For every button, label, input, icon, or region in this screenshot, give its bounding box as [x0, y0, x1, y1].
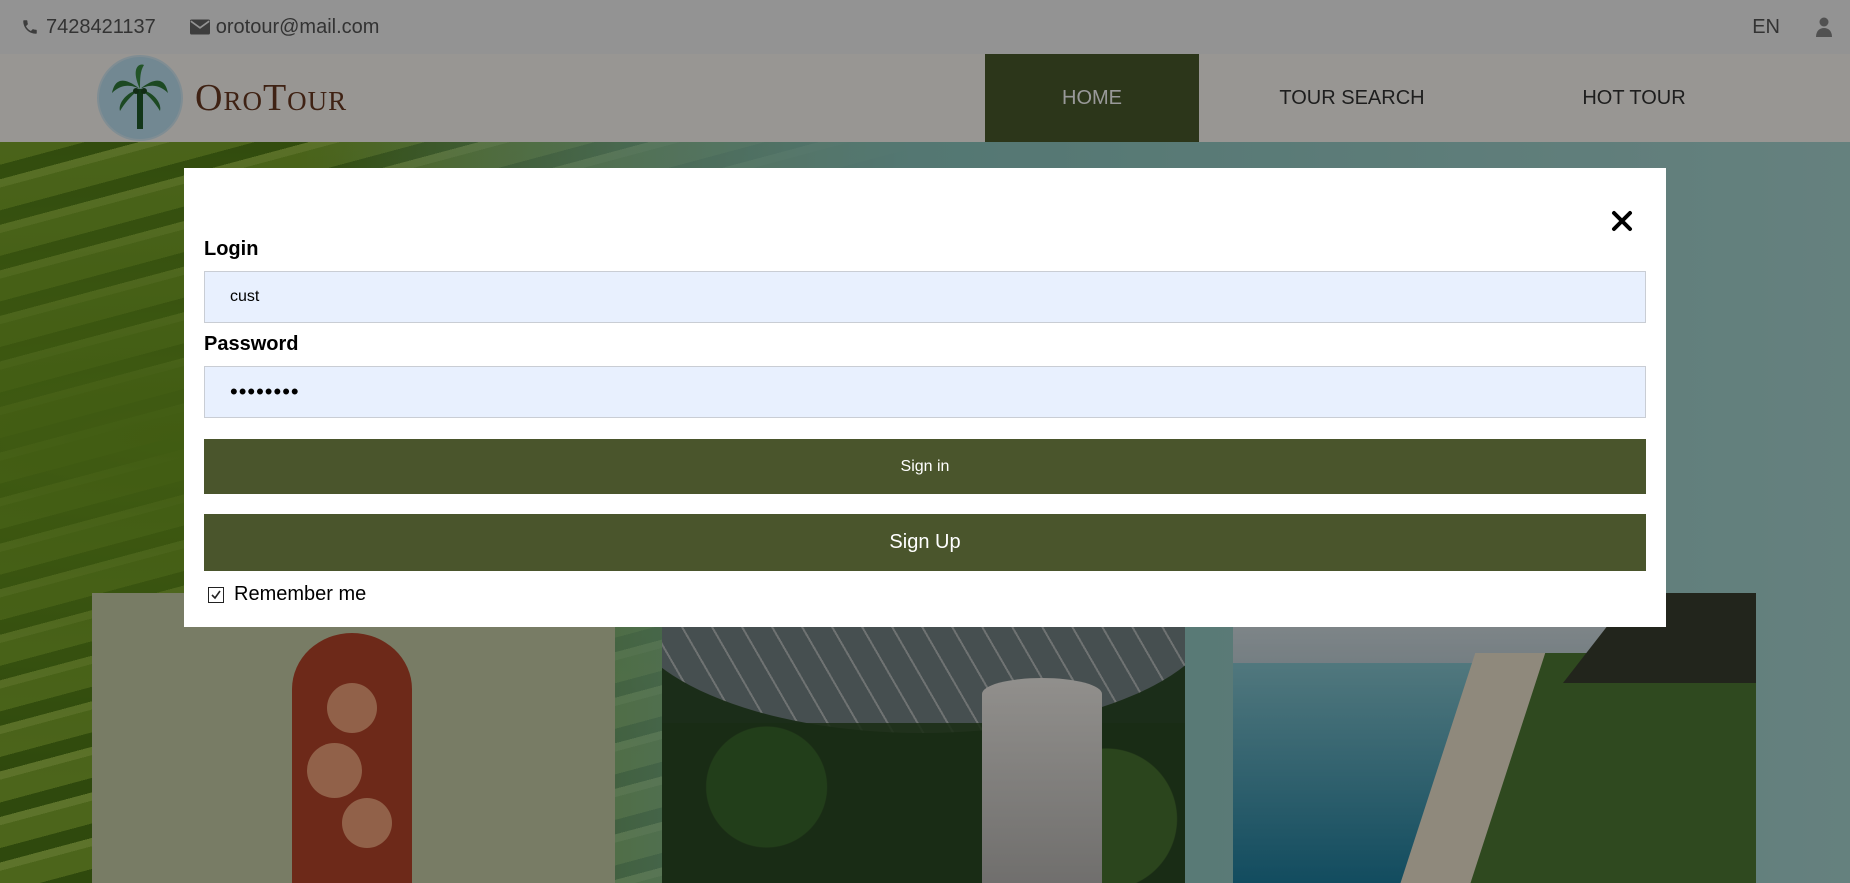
sign-up-button[interactable]: Sign Up	[204, 514, 1646, 571]
password-input[interactable]	[204, 366, 1646, 418]
login-modal: Login Password Sign in Sign Up Remember …	[184, 168, 1666, 627]
close-icon[interactable]	[1607, 206, 1637, 236]
remember-me-option[interactable]: Remember me	[208, 583, 366, 606]
remember-me-checkbox[interactable]	[208, 586, 224, 603]
remember-me-label: Remember me	[234, 583, 367, 605]
password-label: Password	[204, 333, 299, 355]
login-label: Login	[204, 238, 259, 260]
login-input[interactable]	[204, 271, 1646, 323]
sign-in-button[interactable]: Sign in	[204, 439, 1646, 494]
